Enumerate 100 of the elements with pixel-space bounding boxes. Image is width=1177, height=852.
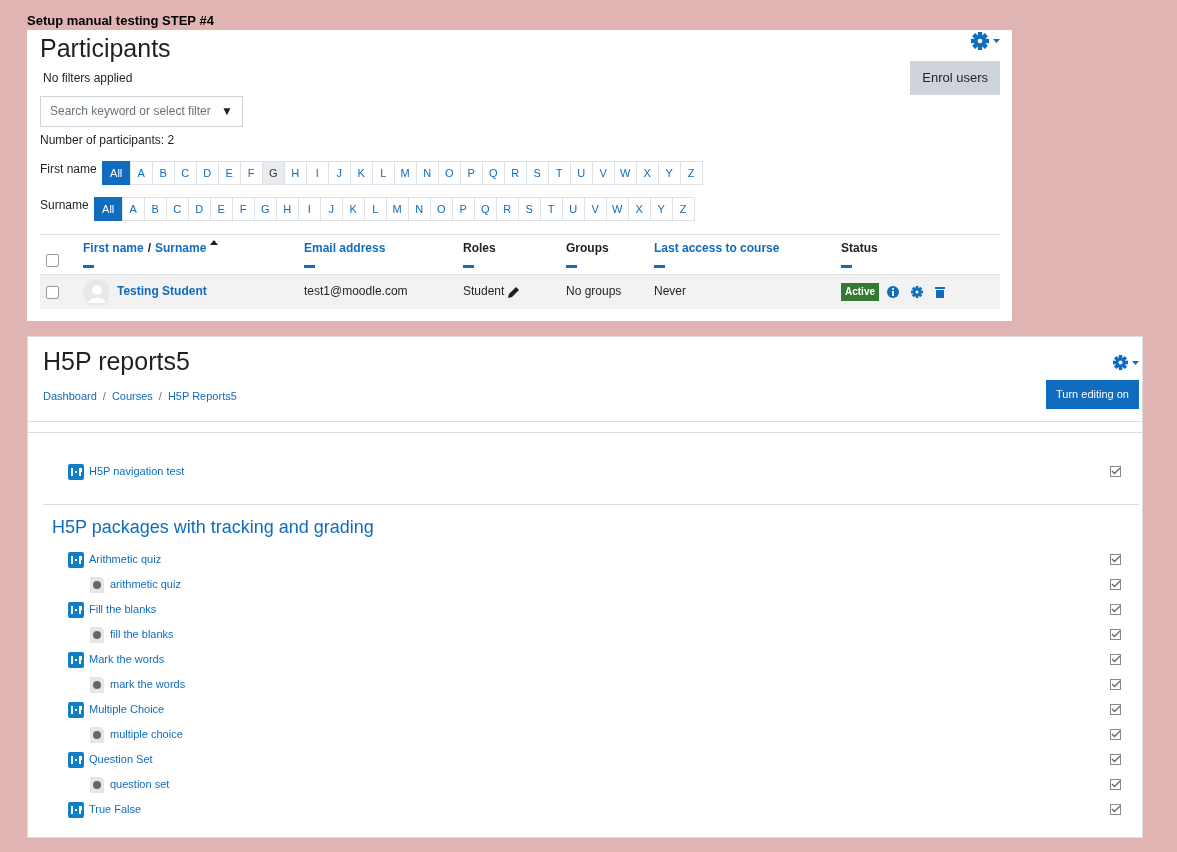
completed-checkbox-icon[interactable] <box>1110 754 1121 765</box>
user-name-link[interactable]: Testing Student <box>117 283 207 300</box>
initial-filter-link[interactable]: P <box>459 160 483 185</box>
activity-link[interactable]: Mark the words <box>89 651 165 668</box>
column-sort-link[interactable]: Email address <box>304 239 386 257</box>
enrol-users-button[interactable]: Enrol users <box>910 61 1000 95</box>
trash-icon[interactable] <box>935 285 945 298</box>
collapse-column-icon[interactable] <box>566 264 577 268</box>
initial-filter-link[interactable]: S <box>517 196 541 221</box>
completed-checkbox-icon[interactable] <box>1110 779 1121 790</box>
initial-filter-link[interactable]: Z <box>679 160 703 185</box>
activity-link[interactable]: Question Set <box>89 751 153 768</box>
initial-filter-link[interactable]: N <box>415 160 439 185</box>
initial-filter-link[interactable]: L <box>363 196 387 221</box>
initial-filter-link[interactable]: S <box>525 160 549 185</box>
activity-link[interactable]: True False <box>89 801 142 818</box>
column-sort-link[interactable]: Last access to course <box>654 239 780 257</box>
initial-filter-link[interactable]: E <box>217 160 241 185</box>
initial-filter-link[interactable]: F <box>239 160 263 185</box>
pencil-icon[interactable] <box>508 285 521 298</box>
collapse-column-icon[interactable] <box>654 264 665 268</box>
initial-filter-link[interactable]: X <box>635 160 659 185</box>
initial-filter-link[interactable]: M <box>393 160 417 185</box>
activity-link[interactable]: question set <box>110 776 170 793</box>
initial-filter-link[interactable]: Q <box>481 160 505 185</box>
initial-filter-link[interactable]: C <box>165 196 189 221</box>
initial-filter-link[interactable]: A <box>129 160 153 185</box>
initial-filter-link[interactable]: G <box>261 160 285 185</box>
completed-checkbox-icon[interactable] <box>1110 654 1121 665</box>
collapse-column-icon[interactable] <box>463 264 474 268</box>
initial-filter-link[interactable]: J <box>327 160 351 185</box>
activity-link[interactable]: mark the words <box>110 676 186 693</box>
initial-filter-link[interactable]: E <box>209 196 233 221</box>
initial-filter-link[interactable]: I <box>297 196 321 221</box>
turn-editing-on-button[interactable]: Turn editing on <box>1046 380 1139 409</box>
column-sort-link[interactable]: First name <box>83 239 144 257</box>
settings-menu-button[interactable] <box>1113 355 1139 370</box>
initial-filter-link[interactable]: D <box>187 196 211 221</box>
completed-checkbox-icon[interactable] <box>1110 729 1121 740</box>
initial-filter-link[interactable]: U <box>561 196 585 221</box>
initial-filter-link[interactable]: B <box>143 196 167 221</box>
initial-filter-link[interactable]: T <box>547 160 571 185</box>
collapse-column-icon[interactable] <box>304 264 315 268</box>
initial-filter-link[interactable]: H <box>283 160 307 185</box>
info-icon[interactable] <box>887 285 899 298</box>
initial-filter-link[interactable]: U <box>569 160 593 185</box>
collapse-column-icon[interactable] <box>841 264 852 268</box>
activity-link[interactable]: multiple choice <box>110 726 183 743</box>
initial-filter-link[interactable]: P <box>451 196 475 221</box>
activity-link[interactable]: Multiple Choice <box>89 701 165 718</box>
select-all-checkbox[interactable] <box>46 253 59 267</box>
initial-filter-link[interactable]: O <box>429 196 453 221</box>
initial-filter-link[interactable]: O <box>437 160 461 185</box>
initial-filter-link[interactable]: X <box>627 196 651 221</box>
completed-checkbox-icon[interactable] <box>1110 629 1121 640</box>
breadcrumb-link[interactable]: H5P Reports5 <box>167 389 237 405</box>
initial-filter-link[interactable]: Y <box>657 160 681 185</box>
activity-link[interactable]: arithmetic quiz <box>110 576 181 593</box>
completed-checkbox-icon[interactable] <box>1110 579 1121 590</box>
initial-filter-link[interactable]: F <box>231 196 255 221</box>
initial-filter-link[interactable]: V <box>583 196 607 221</box>
initial-filter-link[interactable]: K <box>349 160 373 185</box>
initial-filter-link[interactable]: T <box>539 196 563 221</box>
activity-link[interactable]: Arithmetic quiz <box>89 551 162 568</box>
initial-filter-link[interactable]: Q <box>473 196 497 221</box>
initial-filter-link[interactable]: A <box>121 196 145 221</box>
settings-icon[interactable] <box>911 285 923 298</box>
initial-filter-link[interactable]: Y <box>649 196 673 221</box>
activity-link[interactable]: H5P navigation test <box>89 463 185 480</box>
completed-checkbox-icon[interactable] <box>1110 466 1121 477</box>
initial-filter-link[interactable]: L <box>371 160 395 185</box>
initial-filter-link[interactable]: N <box>407 196 431 221</box>
completed-checkbox-icon[interactable] <box>1110 554 1121 565</box>
breadcrumb-link[interactable]: Courses <box>111 389 153 405</box>
activity-link[interactable]: Fill the blanks <box>89 601 157 618</box>
search-filter-field[interactable]: Search keyword or select filter ▼ <box>40 96 243 127</box>
completed-checkbox-icon[interactable] <box>1110 679 1121 690</box>
breadcrumb-link[interactable]: Dashboard <box>43 389 97 405</box>
settings-menu-button[interactable] <box>971 32 1000 50</box>
row-checkbox[interactable] <box>46 285 59 299</box>
initial-filter-link[interactable]: C <box>173 160 197 185</box>
initial-filter-link[interactable]: R <box>495 196 519 221</box>
initial-filter-link[interactable]: Z <box>671 196 695 221</box>
initial-filter-link[interactable]: G <box>253 196 277 221</box>
completed-checkbox-icon[interactable] <box>1110 604 1121 615</box>
activity-link[interactable]: fill the blanks <box>110 626 174 643</box>
completed-checkbox-icon[interactable] <box>1110 804 1121 815</box>
initial-filter-link[interactable]: M <box>385 196 409 221</box>
initial-filter-link[interactable]: All <box>93 196 123 221</box>
collapse-column-icon[interactable] <box>83 264 94 268</box>
initial-filter-link[interactable]: J <box>319 196 343 221</box>
column-sort-link[interactable]: Surname <box>155 239 207 257</box>
initial-filter-link[interactable]: W <box>613 160 637 185</box>
initial-filter-link[interactable]: K <box>341 196 365 221</box>
initial-filter-link[interactable]: W <box>605 196 629 221</box>
initial-filter-link[interactable]: All <box>101 160 131 185</box>
initial-filter-link[interactable]: V <box>591 160 615 185</box>
initial-filter-link[interactable]: B <box>151 160 175 185</box>
initial-filter-link[interactable]: D <box>195 160 219 185</box>
initial-filter-link[interactable]: I <box>305 160 329 185</box>
